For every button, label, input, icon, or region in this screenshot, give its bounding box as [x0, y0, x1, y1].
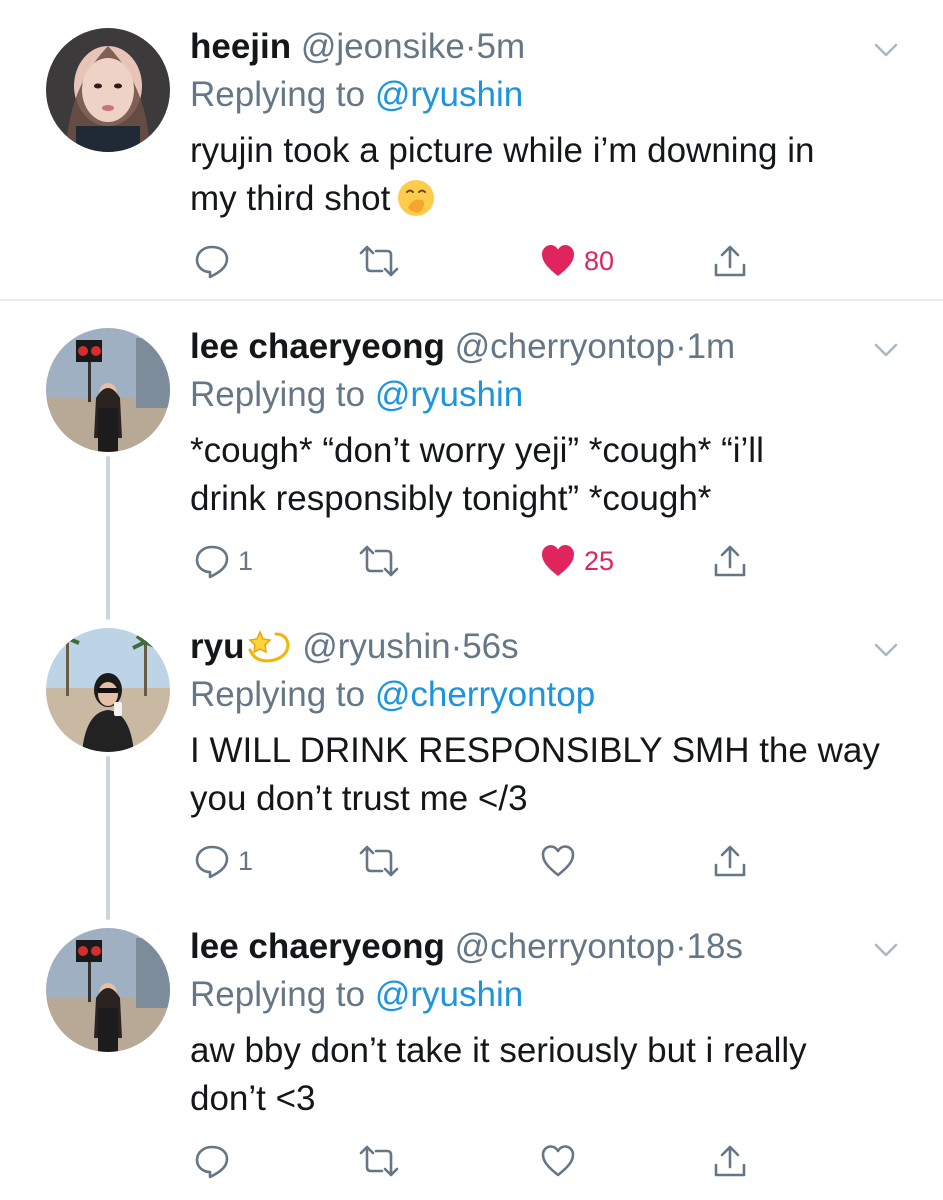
timestamp[interactable]: 56s	[462, 627, 518, 666]
user-handle[interactable]: @cherryontop	[455, 927, 675, 966]
hand-over-mouth-emoji	[396, 178, 436, 231]
tweet-text: ryujin took a picture while i’m downing …	[190, 127, 890, 231]
replying-to-label: Replying to	[190, 375, 375, 414]
avatar[interactable]	[46, 928, 170, 1052]
reply-button[interactable]	[194, 237, 238, 285]
like-count: 25	[584, 545, 615, 576]
reply-button[interactable]: 1	[194, 537, 253, 585]
mention-link[interactable]: @ryushin	[375, 75, 523, 114]
reply-icon	[195, 245, 229, 279]
reply-icon	[195, 1145, 229, 1179]
user-handle[interactable]: @ryushin	[302, 627, 450, 666]
reply-icon	[195, 545, 229, 579]
heart-icon	[541, 845, 575, 877]
tweet-text-line: ryujin took a picture while i’m downing …	[190, 131, 815, 170]
replying-to-label: Replying to	[190, 75, 375, 114]
chevron-down-icon[interactable]	[868, 632, 904, 668]
replying-to: Replying to @cherryontop	[190, 671, 595, 719]
tweet-header: heejin @jeonsike·5m	[190, 23, 525, 71]
heart-icon	[541, 1145, 575, 1177]
tweet-text: aw bby don’t take it seriously but i rea…	[190, 1027, 890, 1123]
separator-dot: ·	[674, 927, 687, 966]
chevron-down-icon[interactable]	[868, 32, 904, 68]
replying-to-label: Replying to	[190, 675, 375, 714]
tweet-1[interactable]: heejin @jeonsike·5m Replying to @ryushin…	[0, 20, 943, 300]
chevron-down-icon[interactable]	[868, 332, 904, 368]
tweet-2[interactable]: lee chaeryeong @cherryontop·1m Replying …	[0, 320, 943, 600]
share-button[interactable]	[712, 537, 748, 585]
display-name[interactable]: lee chaeryeong	[190, 927, 445, 966]
tweet-4[interactable]: lee chaeryeong @cherryontop·18s Replying…	[0, 920, 943, 1200]
reply-count: 1	[238, 545, 254, 576]
replying-to: Replying to @ryushin	[190, 71, 523, 119]
reply-button[interactable]: 1	[194, 837, 253, 885]
display-name[interactable]: heejin	[190, 27, 291, 66]
like-button[interactable]: 80	[540, 237, 614, 285]
retweet-button[interactable]	[358, 537, 400, 585]
timestamp[interactable]: 18s	[687, 927, 743, 966]
retweet-icon	[359, 545, 399, 577]
display-name[interactable]: lee chaeryeong	[190, 327, 445, 366]
tweet-3[interactable]: ryu @ryushin·56s Replying to @cherryonto…	[0, 620, 943, 900]
replying-to-label: Replying to	[190, 975, 375, 1014]
tweet-text: *cough* “don’t worry yeji” *cough* “i’ll…	[190, 427, 890, 523]
avatar[interactable]	[46, 28, 170, 152]
user-handle[interactable]: @jeonsike	[301, 27, 465, 66]
timestamp[interactable]: 5m	[476, 27, 525, 66]
avatar[interactable]	[46, 328, 170, 452]
tweet-text-line: my third shot	[190, 175, 890, 231]
reply-count: 1	[238, 845, 254, 876]
retweet-icon	[359, 1145, 399, 1177]
tweet-text-line: aw bby don’t take it seriously but i rea…	[190, 1031, 807, 1070]
separator-dot: ·	[674, 327, 687, 366]
share-icon	[714, 845, 746, 877]
retweet-button[interactable]	[358, 837, 400, 885]
tweet-divider	[0, 299, 943, 301]
share-icon	[714, 545, 746, 577]
tweet-actions: 80	[190, 237, 790, 285]
user-handle[interactable]: @cherryontop	[455, 327, 675, 366]
tweet-actions	[190, 1137, 790, 1185]
mention-link[interactable]: @ryushin	[375, 975, 523, 1014]
heart-filled-icon	[542, 245, 574, 276]
like-button[interactable]: 25	[540, 537, 614, 585]
tweet-text-line: you don’t trust me </3	[190, 779, 528, 818]
mention-link[interactable]: @ryushin	[375, 375, 523, 414]
mention-link[interactable]: @cherryontop	[375, 675, 595, 714]
display-name[interactable]: ryu	[190, 627, 244, 666]
retweet-button[interactable]	[358, 1137, 400, 1185]
retweet-icon	[359, 845, 399, 877]
tweet-text-line: *cough* “don’t worry yeji” *cough* “i’ll	[190, 431, 764, 470]
separator-dot: ·	[450, 627, 463, 666]
like-button[interactable]	[540, 1137, 584, 1185]
heart-filled-icon	[542, 545, 574, 576]
replying-to: Replying to @ryushin	[190, 971, 523, 1019]
share-button[interactable]	[712, 1137, 748, 1185]
like-button[interactable]	[540, 837, 584, 885]
timestamp[interactable]: 1m	[687, 327, 736, 366]
tweet-text-line: drink responsibly tonight” *cough*	[190, 479, 712, 518]
replying-to: Replying to @ryushin	[190, 371, 523, 419]
tweet-text-line: don’t <3	[190, 1079, 316, 1118]
separator-dot: ·	[464, 27, 477, 66]
share-button[interactable]	[712, 237, 748, 285]
tweet-actions: 1	[190, 837, 790, 885]
reply-icon	[195, 845, 229, 879]
tweet-text-line: I WILL DRINK RESPONSIBLY SMH the way	[190, 731, 880, 770]
reply-button[interactable]	[194, 1137, 238, 1185]
share-icon	[714, 245, 746, 277]
like-count: 80	[584, 245, 615, 276]
chevron-down-icon[interactable]	[868, 932, 904, 968]
retweet-button[interactable]	[358, 237, 400, 285]
tweet-text: I WILL DRINK RESPONSIBLY SMH the way you…	[190, 727, 890, 823]
tweet-header: lee chaeryeong @cherryontop·18s	[190, 923, 743, 971]
share-button[interactable]	[712, 837, 748, 885]
retweet-icon	[359, 245, 399, 277]
share-icon	[714, 1145, 746, 1177]
tweet-header: lee chaeryeong @cherryontop·1m	[190, 323, 735, 371]
tweet-actions: 1 25	[190, 537, 790, 585]
avatar[interactable]	[46, 628, 170, 752]
